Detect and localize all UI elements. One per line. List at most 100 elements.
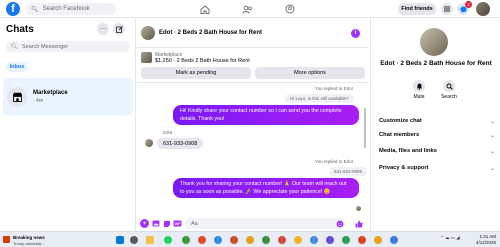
chrome-profile-icon[interactable]: [390, 236, 398, 244]
listing-banner[interactable]: Marketplace $1,250 · 2 Beds 2 Bath House…: [141, 51, 366, 65]
conversation-time: · 4m: [33, 98, 43, 104]
conversation-name: Marketplace: [33, 90, 68, 96]
facebook-logo[interactable]: f: [6, 2, 20, 16]
notification-badge: 2: [465, 1, 472, 8]
plus-icon[interactable]: +: [140, 219, 149, 228]
message-thread: You replied to Edot Hi Layo, is this sti…: [137, 82, 369, 217]
search-in-chat-button[interactable]: Search: [434, 80, 464, 100]
facebook-search-input[interactable]: 🔍︎ Search Facebook: [26, 3, 116, 15]
reply-note: You replied to Edot: [315, 86, 353, 91]
chevron-down-icon: ⌄: [489, 118, 495, 125]
start-icon[interactable]: [116, 236, 124, 244]
thumbs-up-icon[interactable]: [354, 219, 363, 228]
mute-label: Mute: [413, 94, 425, 100]
chrome-profile-icon[interactable]: [326, 236, 334, 244]
chrome-profile-icon[interactable]: [262, 236, 270, 244]
outgoing-message[interactable]: Hi! Kindly share your contact number so …: [173, 105, 359, 125]
chevron-down-icon: ⌄: [489, 148, 495, 155]
mark-as-pending-button[interactable]: Mark as pending: [141, 67, 251, 79]
listing-title: $1,250 · 2 Beds 2 Bath House for Rent: [155, 58, 250, 64]
more-options-icon[interactable]: ···: [97, 23, 109, 35]
gif-icon[interactable]: GIF: [173, 219, 182, 228]
seen-indicator: [356, 206, 361, 211]
chrome-profile-icon[interactable]: [310, 236, 318, 244]
message-composer: + GIF Aa: [137, 217, 369, 231]
chrome-profile-icon[interactable]: [198, 236, 206, 244]
menu-grid-icon[interactable]: [441, 3, 453, 15]
chrome-profile-icon[interactable]: [246, 236, 254, 244]
search-icon: [443, 80, 455, 92]
quoted-message[interactable]: Hi Layo, is this still available?: [285, 94, 354, 103]
chrome-profile-icon[interactable]: [374, 236, 382, 244]
messenger-search-input[interactable]: 🔍︎ Search Messenger: [6, 41, 130, 52]
system-clock[interactable]: 1:31 AM 4/12/2025: [466, 234, 496, 246]
news-icon: [3, 236, 10, 243]
chat-header: Edot · 2 Beds 2 Bath House for Rent i: [137, 18, 369, 48]
chats-sidebar: Chats ··· 🔍︎ Search Messenger Inbox Mark…: [0, 18, 136, 231]
contact-name: Edot · 2 Beds 2 Bath House for Rent: [380, 60, 492, 67]
clock-date: 4/12/2025: [475, 240, 496, 245]
chrome-profile-icon[interactable]: [358, 236, 366, 244]
more-options-button[interactable]: More options: [255, 67, 365, 79]
groups-icon[interactable]: [283, 3, 297, 15]
chat-title[interactable]: Edot · 2 Beds 2 Bath House for Rent: [159, 30, 262, 36]
messenger-search-placeholder: Search Messenger: [21, 43, 69, 50]
mute-button[interactable]: Mute: [404, 80, 434, 100]
new-message-icon[interactable]: [113, 23, 125, 35]
media-files-links-row[interactable]: Media, files and links ⌄: [379, 145, 495, 157]
sender-name: Edot: [163, 130, 173, 135]
search-icon: 🔍︎: [11, 43, 18, 50]
chat-details-panel: Edot · 2 Beds 2 Bath House for Rent Mute…: [370, 18, 500, 231]
listing-thumbnail: [141, 52, 152, 63]
search-placeholder: Search Facebook: [42, 6, 90, 12]
friends-icon[interactable]: [240, 3, 254, 15]
message-input[interactable]: Aa: [185, 218, 345, 229]
section-label: Media, files and links: [379, 148, 437, 154]
file-explorer-icon[interactable]: [146, 236, 154, 244]
news-title: Breaking news: [13, 235, 45, 240]
section-label: Chat members: [379, 132, 420, 138]
sticker-icon[interactable]: [162, 219, 171, 228]
chrome-profile-icon[interactable]: [214, 236, 222, 244]
home-icon[interactable]: [198, 3, 212, 15]
profile-avatar[interactable]: [476, 2, 490, 16]
contact-avatar[interactable]: [420, 28, 448, 56]
search-icon: 🔍︎: [31, 6, 39, 13]
customize-chat-row[interactable]: Customize chat ⌄: [379, 115, 495, 127]
outgoing-message[interactable]: Thank you for sharing your contact numbe…: [173, 178, 359, 198]
quoted-message[interactable]: 631-933-0908: [329, 167, 368, 176]
chat-avatar[interactable]: [141, 26, 155, 40]
chrome-profile-icon[interactable]: [342, 236, 350, 244]
news-subtitle: Trump administr...: [13, 241, 45, 246]
system-tray-icons[interactable]: ⌃ ☁ ▭ ◢: [440, 235, 460, 241]
privacy-support-row[interactable]: Privacy & support ⌄: [379, 162, 495, 174]
windows-taskbar: Breaking news Trump administr... ⌃ ☁ ▭ ◢…: [0, 231, 500, 247]
search-taskbar-icon[interactable]: [130, 236, 138, 244]
chrome-profile-icon[interactable]: [294, 236, 302, 244]
svg-text:GIF: GIF: [175, 222, 182, 226]
chat-scrollbar[interactable]: [364, 108, 366, 148]
chrome-profile-icon[interactable]: [230, 236, 238, 244]
sender-avatar[interactable]: [145, 139, 153, 147]
chevron-down-icon: ⌄: [489, 165, 495, 172]
marketplace-store-icon: [7, 87, 27, 107]
section-label: Customize chat: [379, 118, 422, 124]
inbox-filter-tab[interactable]: Inbox: [6, 62, 28, 72]
chevron-down-icon: ⌄: [489, 132, 495, 139]
top-navigation-bar: f 🔍︎ Search Facebook Find friends 2: [0, 0, 500, 18]
info-icon[interactable]: i: [351, 29, 360, 38]
incoming-message[interactable]: 631-933-0908: [157, 138, 204, 149]
conversation-item[interactable]: Marketplace · 4m: [3, 78, 133, 116]
chrome-profile-icon[interactable]: [278, 236, 286, 244]
chat-members-row[interactable]: Chat members ⌄: [379, 129, 495, 141]
news-widget[interactable]: Breaking news Trump administr...: [3, 234, 63, 246]
emoji-icon[interactable]: [335, 219, 344, 228]
chats-heading: Chats: [6, 24, 34, 35]
message-input-placeholder: Aa: [191, 220, 198, 227]
chrome-icon[interactable]: [182, 236, 190, 244]
bell-icon: [413, 80, 425, 92]
reply-note: You replied to Edot: [315, 159, 353, 164]
image-icon[interactable]: [151, 219, 160, 228]
find-friends-button[interactable]: Find friends: [398, 3, 436, 15]
whatsapp-icon[interactable]: [164, 236, 172, 244]
